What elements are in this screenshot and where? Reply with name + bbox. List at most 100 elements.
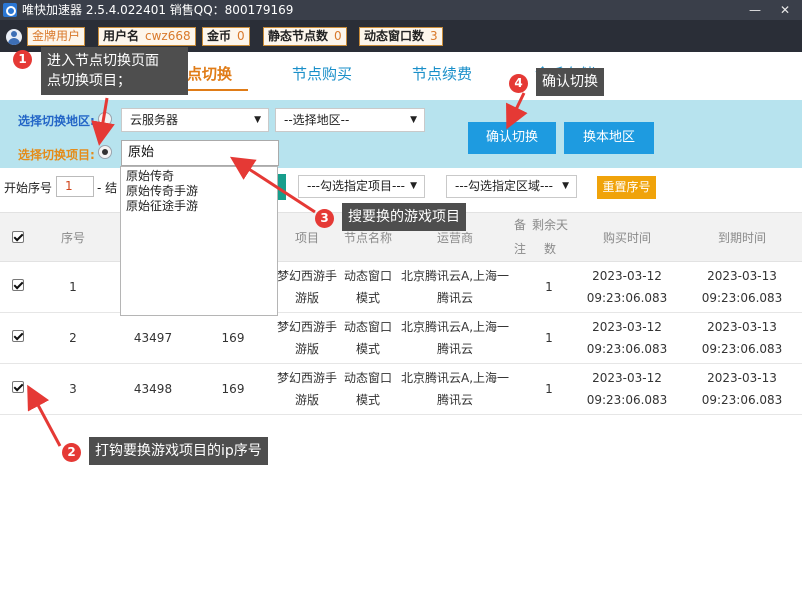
row-days: 1 — [545, 331, 553, 345]
gold-value: 0 — [237, 29, 245, 43]
row-days: 1 — [545, 280, 553, 294]
start-index-label: 开始序号 — [4, 181, 53, 195]
row-port: 169 — [221, 331, 245, 345]
step3-callout: 搜要换的游戏项目 — [342, 203, 466, 231]
member-level-badge: 金牌用户 — [27, 27, 86, 46]
step1-callout: 进入节点切换页面 点切换项目； — [41, 47, 188, 95]
row-checkbox[interactable] — [12, 279, 24, 291]
header-buy-time: 购买时间 — [602, 231, 651, 245]
row-expire-time: 09:23:06.083 — [701, 291, 783, 305]
region-label: 选择切换地区: — [18, 114, 95, 128]
region-select[interactable]: --选择地区-- ▼ — [275, 108, 425, 132]
row-node-name-cont: 模式 — [355, 393, 380, 407]
static-nodes-chip: 静态节点数 0 — [263, 27, 347, 46]
filter-area-value: ---勾选指定区域--- — [455, 179, 553, 193]
row-expire-time: 09:23:06.083 — [701, 342, 783, 356]
row-buy-time: 09:23:06.083 — [586, 342, 668, 356]
server-type-value: 云服务器 — [130, 113, 179, 127]
header-remark-2: 注 — [513, 242, 526, 256]
dynamic-windows-chip: 动态窗口数 3 — [359, 27, 443, 46]
end-index-label: - 结 — [97, 181, 118, 195]
row-project-cont: 游版 — [294, 291, 319, 305]
tab-node-renewal[interactable]: 节点续费 — [412, 63, 472, 84]
filter-project-value: ---勾选指定项目--- — [307, 179, 405, 193]
row-project: 梦幻西游手 — [276, 269, 337, 283]
step2-callout: 打钩要换游戏项目的ip序号 — [89, 437, 268, 465]
suggestion-item[interactable]: 原始征途手游 — [126, 199, 198, 214]
step4-callout: 确认切换 — [536, 68, 604, 96]
row-node-id: 43498 — [133, 382, 173, 396]
row-operator: 北京腾讯云A,上海一 — [400, 269, 510, 283]
row-operator-cont: 腾讯云 — [436, 342, 473, 356]
username-label: 用户名 — [103, 29, 140, 43]
row-expire-date: 2023-03-13 — [707, 371, 777, 385]
username-chip: 用户名 cwz668 — [98, 27, 196, 46]
project-label: 选择切换项目: — [18, 148, 95, 162]
dynamic-windows-value: 3 — [430, 29, 438, 43]
row-operator: 北京腾讯云A,上海一 — [400, 371, 510, 385]
region-radio[interactable] — [98, 112, 112, 126]
row-buy-date: 2023-03-12 — [592, 269, 662, 283]
server-type-select[interactable]: 云服务器 ▼ — [121, 108, 269, 132]
confirm-switch-button[interactable]: 确认切换 — [468, 122, 556, 154]
app-logo-icon — [3, 3, 17, 17]
header-remark-1: 备 — [513, 218, 526, 232]
partial-button[interactable] — [278, 174, 286, 200]
row-expire-date: 2023-03-13 — [707, 320, 777, 334]
row-checkbox[interactable] — [12, 330, 24, 342]
header-index: 序号 — [60, 231, 85, 245]
gold-label: 金币 — [207, 29, 232, 43]
tab-node-purchase[interactable]: 节点购买 — [292, 63, 352, 84]
row-buy-date: 2023-03-12 — [592, 371, 662, 385]
filter-area-select[interactable]: ---勾选指定区域--- ▼ — [446, 175, 577, 198]
row-node-name-cont: 模式 — [355, 291, 380, 305]
header-node-name: 节点名称 — [343, 231, 392, 245]
reset-index-button[interactable]: 重置序号 — [597, 176, 656, 199]
row-project-cont: 游版 — [294, 393, 319, 407]
row-port: 169 — [221, 382, 245, 396]
step1-badge: 1 — [13, 50, 32, 69]
row-operator-cont: 腾讯云 — [436, 393, 473, 407]
step3-badge: 3 — [315, 209, 334, 228]
row-project: 梦幻西游手 — [276, 320, 337, 334]
table-row[interactable]: 2 43497 169 梦幻西游手 游版 动态窗口 模式 北京腾讯云A,上海一 … — [0, 313, 802, 364]
row-buy-date: 2023-03-12 — [592, 320, 662, 334]
header-days-1: 剩余天 — [531, 218, 568, 232]
project-search-input[interactable]: 原始 — [121, 140, 279, 166]
row-node-id: 43497 — [133, 331, 173, 345]
project-radio[interactable] — [98, 145, 112, 159]
step1-text-line2: 点切换项目； — [47, 73, 131, 89]
table-row[interactable]: 3 43498 169 梦幻西游手 游版 动态窗口 模式 北京腾讯云A,上海一 … — [0, 364, 802, 415]
static-nodes-value: 0 — [334, 29, 342, 43]
header-operator: 运营商 — [436, 231, 473, 245]
window-title: 唯快加速器 2.5.4.022401 销售QQ：800179169 — [22, 3, 294, 17]
header-project: 项目 — [294, 231, 319, 245]
step4-badge: 4 — [509, 74, 528, 93]
region-select-value: --选择地区-- — [284, 113, 350, 127]
static-nodes-label: 静态节点数 — [268, 29, 329, 43]
step1-text-line1: 进入节点切换页面 — [47, 53, 159, 69]
dynamic-windows-label: 动态窗口数 — [364, 29, 425, 43]
row-buy-time: 09:23:06.083 — [586, 393, 668, 407]
filter-project-select[interactable]: ---勾选指定项目--- ▼ — [298, 175, 425, 198]
select-all-checkbox[interactable] — [12, 231, 24, 243]
switch-panel: 选择切换地区: 选择切换项目: 云服务器 ▼ --选择地区-- ▼ 原始 确认切… — [0, 100, 802, 168]
row-index: 3 — [69, 382, 77, 396]
row-node-name: 动态窗口 — [343, 269, 392, 283]
gold-chip: 金币 0 — [202, 27, 250, 46]
title-bar: 唯快加速器 2.5.4.022401 销售QQ：800179169 — ✕ — [0, 0, 802, 20]
suggestion-item[interactable]: 原始传奇 — [126, 169, 174, 184]
same-region-button[interactable]: 换本地区 — [564, 122, 654, 154]
row-checkbox[interactable] — [12, 381, 24, 393]
close-button[interactable]: ✕ — [776, 0, 794, 20]
user-avatar-icon[interactable] — [6, 29, 22, 45]
minimize-button[interactable]: — — [746, 0, 764, 20]
row-node-name: 动态窗口 — [343, 371, 392, 385]
row-node-name: 动态窗口 — [343, 320, 392, 334]
row-buy-time: 09:23:06.083 — [586, 291, 668, 305]
start-index-input[interactable]: 1 — [56, 176, 94, 197]
suggestion-item[interactable]: 原始传奇手游 — [126, 184, 198, 199]
row-expire-time: 09:23:06.083 — [701, 393, 783, 407]
row-project: 梦幻西游手 — [276, 371, 337, 385]
username-value: cwz668 — [145, 29, 191, 43]
